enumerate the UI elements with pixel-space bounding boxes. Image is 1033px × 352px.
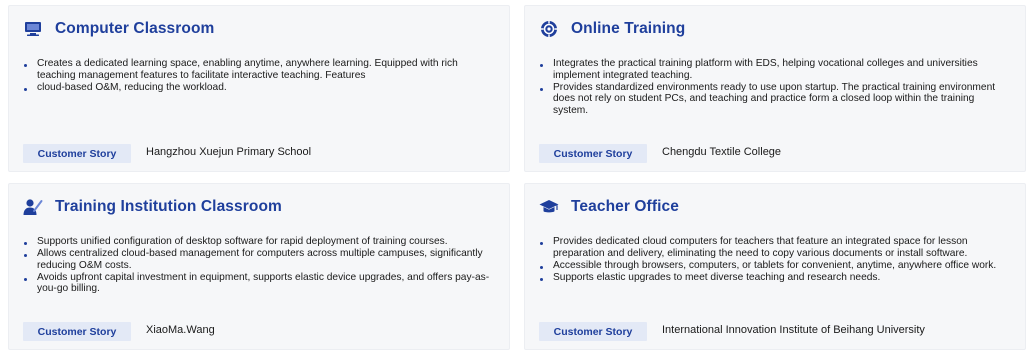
feature-item: Integrates the practical training platfo… <box>539 58 1007 81</box>
customer-name: Hangzhou Xuejun Primary School <box>146 145 312 158</box>
feature-list: Provides dedicated cloud computers for t… <box>539 236 1007 284</box>
feature-item: Supports unified configuration of deskto… <box>23 236 491 248</box>
card-header: Computer Classroom <box>23 19 214 39</box>
customer-story-button[interactable]: Customer Story <box>23 322 131 341</box>
scenario-card-training-institution-classroom: Training Institution Classroom Supports … <box>8 183 510 350</box>
feature-item: Accessible through browsers, computers, … <box>539 260 1007 272</box>
customer-name: International Innovation Institute of Be… <box>662 323 925 336</box>
card-header: Training Institution Classroom <box>23 197 282 217</box>
scenario-card-teacher-office: Teacher Office Provides dedicated cloud … <box>524 183 1026 350</box>
card-title: Teacher Office <box>571 198 679 215</box>
feature-list: Creates a dedicated learning space, enab… <box>23 58 491 94</box>
scenario-card-computer-classroom: Computer Classroom Creates a dedicated l… <box>8 5 510 172</box>
feature-item: Avoids upfront capital investment in equ… <box>23 272 491 295</box>
scenario-card-online-training: Online Training Integrates the practical… <box>524 5 1026 172</box>
feature-item: Supports elastic upgrades to meet divers… <box>539 272 1007 284</box>
feature-item: Provides standardized environments ready… <box>539 82 1007 117</box>
card-header: Online Training <box>539 19 685 39</box>
customer-story-button[interactable]: Customer Story <box>23 144 131 163</box>
graduation-cap-icon <box>539 197 559 217</box>
customer-story-row: Customer Story International Innovation … <box>539 322 925 341</box>
feature-item: cloud-based O&M, reducing the workload. <box>23 82 491 94</box>
instructor-icon <box>23 197 43 217</box>
feature-list: Supports unified configuration of deskto… <box>23 236 491 295</box>
card-title: Computer Classroom <box>55 20 215 37</box>
card-title: Online Training <box>571 20 686 37</box>
card-title: Training Institution Classroom <box>55 198 282 215</box>
monitor-icon <box>23 19 43 39</box>
customer-story-row: Customer Story XiaoMa.Wang <box>23 322 215 341</box>
customer-name: Chengdu Textile College <box>662 145 782 158</box>
feature-item: Creates a dedicated learning space, enab… <box>23 58 491 81</box>
customer-story-button[interactable]: Customer Story <box>539 144 647 163</box>
card-header: Teacher Office <box>539 197 679 217</box>
customer-story-button[interactable]: Customer Story <box>539 322 647 341</box>
customer-name: XiaoMa.Wang <box>146 323 215 336</box>
feature-list: Integrates the practical training platfo… <box>539 58 1007 117</box>
globe-icon <box>539 19 559 39</box>
feature-item: Allows centralized cloud-based managemen… <box>23 248 491 271</box>
customer-story-row: Customer Story Chengdu Textile College <box>539 144 781 163</box>
customer-story-row: Customer Story Hangzhou Xuejun Primary S… <box>23 144 311 163</box>
feature-item: Provides dedicated cloud computers for t… <box>539 236 1007 259</box>
